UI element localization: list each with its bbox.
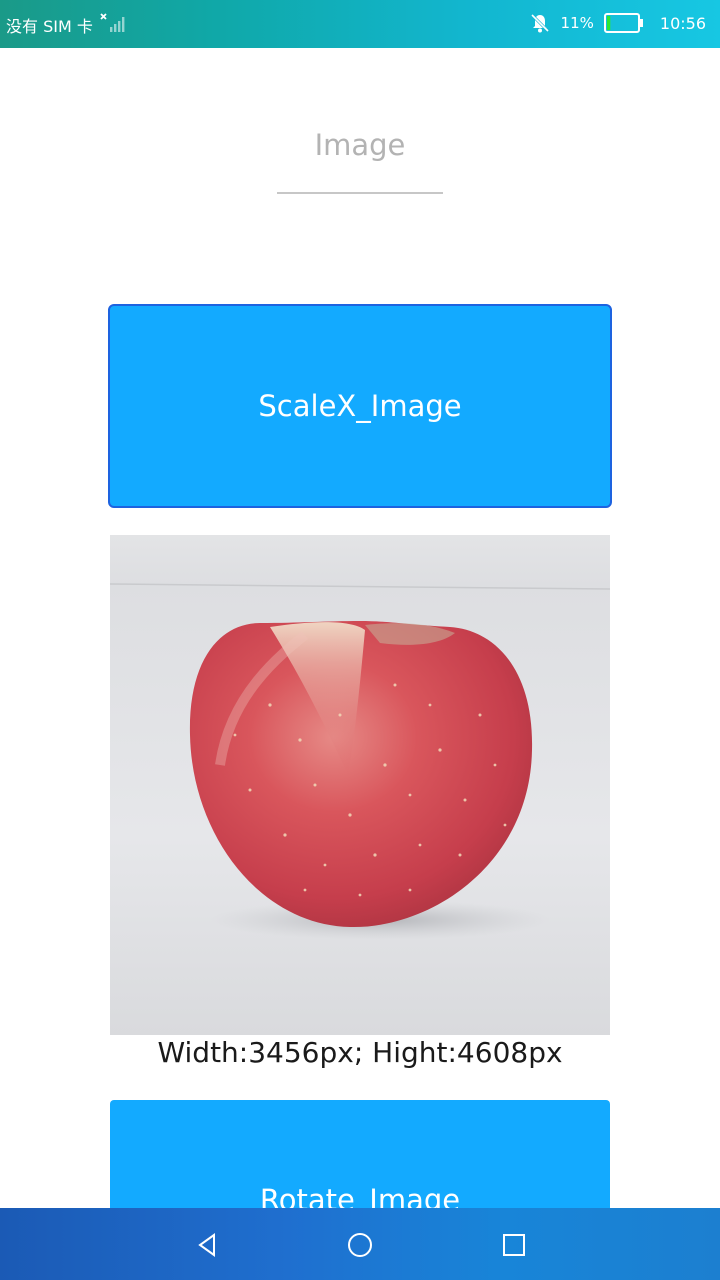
home-icon[interactable] bbox=[345, 1230, 375, 1260]
recents-icon[interactable] bbox=[499, 1230, 529, 1260]
notifications-off-icon bbox=[530, 13, 549, 33]
rotate-image-button[interactable]: Rotate_Image bbox=[110, 1100, 610, 1208]
main-content: Image ScaleX_Image Width:3456px; Hight:4… bbox=[0, 48, 720, 1208]
status-bar: 没有 SIM 卡 11% 10:56 bbox=[0, 0, 720, 48]
clock: 10:56 bbox=[659, 13, 706, 33]
scalex-image-button[interactable]: ScaleX_Image bbox=[108, 304, 612, 508]
no-sim-signal-icon bbox=[100, 13, 125, 32]
apple-photo bbox=[110, 535, 610, 1035]
back-icon[interactable] bbox=[192, 1230, 222, 1260]
battery-percent: 11% bbox=[560, 14, 594, 32]
image-title-field[interactable]: Image bbox=[277, 112, 443, 194]
battery-icon bbox=[603, 13, 643, 33]
image-dimensions-text: Width:3456px; Hight:4608px bbox=[157, 1036, 563, 1069]
carrier-label: 没有 SIM 卡 bbox=[6, 17, 93, 36]
navigation-bar bbox=[0, 1208, 720, 1280]
image-title-text: Image bbox=[314, 128, 406, 162]
